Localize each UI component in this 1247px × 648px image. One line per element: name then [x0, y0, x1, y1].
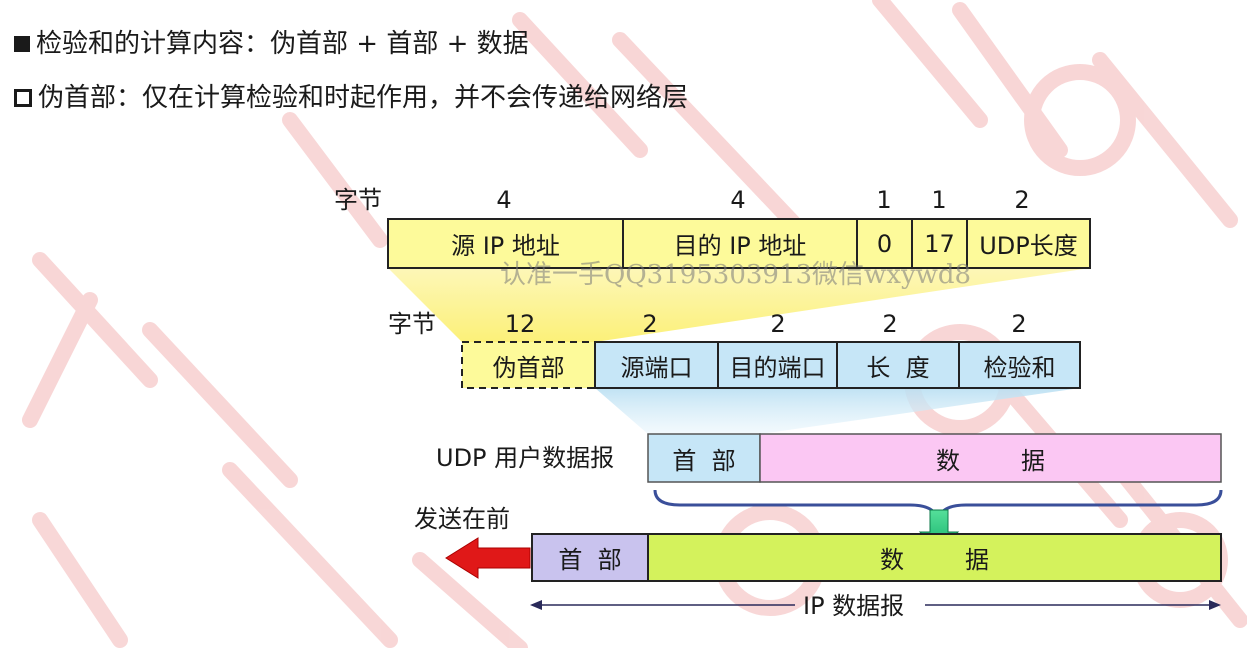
send-first-arrow-icon	[445, 537, 531, 579]
udp-field-pseudo-header: 伪首部	[492, 353, 565, 382]
ip-datagram-label: IP 数据报	[803, 592, 905, 620]
udp-header-projection	[595, 388, 1080, 434]
pseudo-size-protocol: 1	[931, 186, 947, 214]
pseudo-size-src-ip: 4	[496, 186, 512, 214]
ip-datagram-data: 数 据	[879, 546, 990, 574]
udp-field-length: 长 度	[866, 353, 930, 382]
ip-datagram-header: 首 部	[558, 546, 622, 574]
udp-size-src-port: 2	[642, 310, 658, 338]
udp-size-pseudo: 12	[504, 310, 536, 338]
udp-size-length: 2	[882, 310, 898, 338]
udp-datagram-data: 数 据	[935, 446, 1046, 475]
udp-size-dst-port: 2	[770, 310, 786, 338]
watermark-text: 认准一手QQ3195303913微信wxywd8	[500, 260, 972, 290]
send-first-label: 发送在前	[414, 505, 510, 533]
pseudo-size-dst-ip: 4	[730, 186, 746, 214]
udp-datagram-label: UDP 用户数据报	[436, 444, 615, 472]
pseudo-size-zero: 1	[876, 186, 892, 214]
pseudo-size-udp-length: 2	[1014, 186, 1030, 214]
udp-field-checksum: 检验和	[983, 353, 1056, 382]
udp-bytes-label: 字节	[388, 310, 436, 338]
span-arrow-right-icon	[1209, 600, 1221, 610]
udp-field-dst-port: 目的端口	[729, 353, 826, 382]
udp-size-checksum: 2	[1011, 310, 1027, 338]
pseudo-bytes-label: 字节	[334, 186, 382, 214]
pseudo-field-udp-length: UDP长度	[979, 232, 1078, 260]
udp-datagram-header: 首 部	[672, 446, 736, 475]
span-arrow-left-icon	[530, 600, 542, 610]
udp-field-src-port: 源端口	[620, 353, 693, 382]
